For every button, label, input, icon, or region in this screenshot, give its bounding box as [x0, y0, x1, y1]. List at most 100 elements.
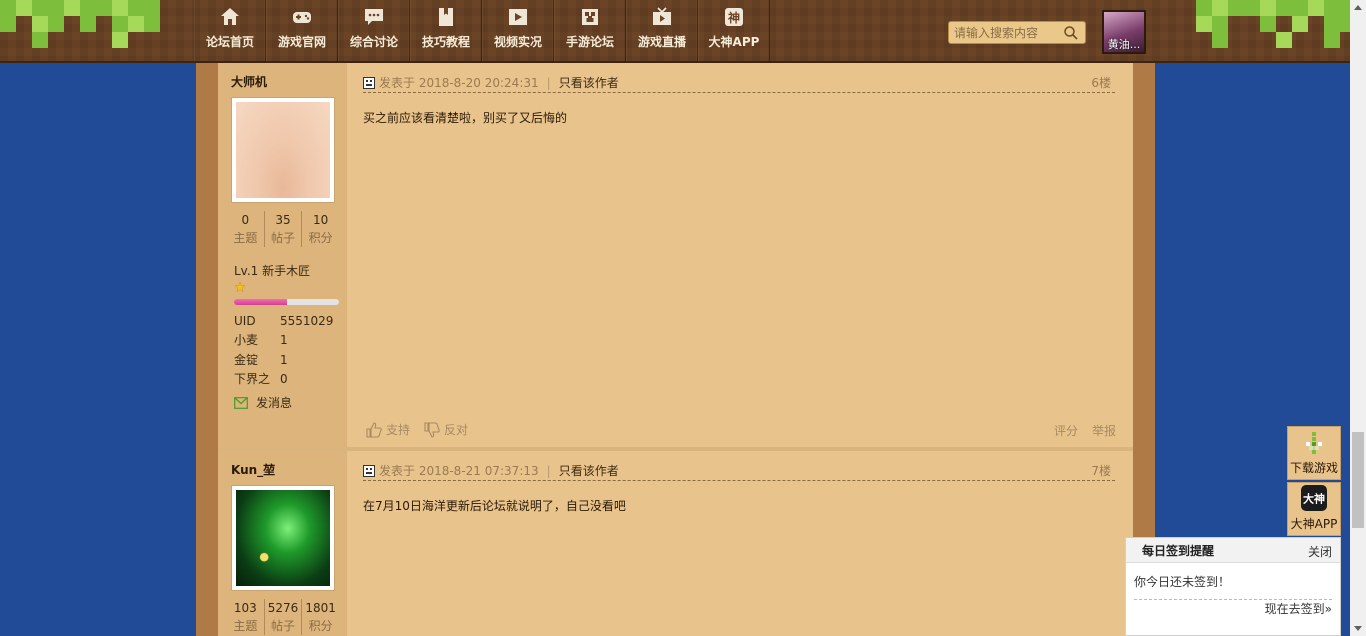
search-icon[interactable]	[1063, 25, 1079, 41]
stat-threads[interactable]: 0 主题	[227, 211, 265, 247]
grass-block	[1324, 0, 1340, 16]
grass-decoration-right	[1196, 0, 1356, 48]
popup-header: 每日签到提醒 关闭	[1126, 538, 1340, 563]
author-name[interactable]: 大师机	[231, 73, 267, 90]
grass-block	[32, 16, 48, 32]
author-avatar[interactable]	[231, 97, 335, 203]
gamepad-icon	[293, 12, 311, 23]
grass-block	[1292, 16, 1308, 32]
scroll-up-arrow-icon[interactable]	[1354, 5, 1362, 10]
stat-label: 主题	[233, 619, 258, 633]
download-game-label: 下载游戏	[1289, 461, 1338, 475]
nav-general-discussion[interactable]: 综合讨论	[338, 0, 410, 62]
only-author-link[interactable]: 只看该作者	[559, 74, 619, 91]
stat-value: 35	[275, 213, 291, 227]
info-row-wheat: 小麦 1	[234, 331, 334, 350]
info-key: UID	[234, 314, 256, 328]
signin-now-link[interactable]: 现在去签到»	[1265, 600, 1332, 617]
stat-label: 主题	[233, 231, 258, 245]
info-value: 1	[280, 333, 288, 348]
thumbs-down-icon	[424, 421, 440, 438]
stat-value: 10	[313, 213, 329, 227]
post-floor-6: 大师机 0 主题 35 帖子 10 积分 Lv.1 新手木匠 UID 5551029 小…	[218, 63, 1133, 447]
grass-block	[128, 0, 144, 16]
stat-points[interactable]: 10 积分	[302, 211, 339, 247]
stat-label: 积分	[308, 619, 333, 633]
post-header: 发表于 2018-8-20 20:24:31 | 只看该作者 6楼	[363, 73, 1115, 93]
search-input[interactable]	[949, 22, 1059, 43]
floor-number[interactable]: 7楼	[1091, 462, 1111, 479]
separator: |	[546, 463, 551, 478]
send-message-link[interactable]: 发消息	[234, 394, 292, 411]
separator: |	[546, 75, 551, 90]
author-avatar[interactable]	[231, 485, 335, 591]
dashen-app-button[interactable]: 大神 大神APP	[1287, 482, 1341, 536]
nav-videos[interactable]: 视频实况	[482, 0, 554, 62]
stat-points[interactable]: 1801 积分	[302, 599, 339, 635]
grass-block	[1196, 0, 1212, 16]
report-link[interactable]: 举报	[1092, 422, 1116, 439]
scroll-thumb[interactable]	[1352, 432, 1364, 528]
popup-close-button[interactable]: 关闭	[1308, 543, 1332, 560]
info-value: 0	[280, 371, 288, 386]
floor-number[interactable]: 6楼	[1091, 74, 1111, 91]
post-icon	[363, 76, 375, 89]
author-info: UID 5551029 小麦 1 金锭 1 下界之 0	[234, 312, 334, 389]
top-navigation-bar: 论坛首页 游戏官网 综合讨论 技巧教程 视频实况 手游论坛 游戏直播 神 大神A	[0, 0, 1356, 63]
grass-block	[64, 0, 80, 16]
dashen-app-label: 大神APP	[1290, 517, 1338, 531]
grass-decoration-left	[0, 0, 170, 48]
post-icon	[363, 464, 375, 477]
stat-posts[interactable]: 5276 帖子	[265, 599, 303, 635]
nav-official-site[interactable]: 游戏官网	[266, 0, 338, 62]
oppose-button[interactable]: 反对	[424, 421, 468, 438]
info-value: 1	[280, 352, 288, 367]
support-button[interactable]: 支持	[366, 421, 410, 438]
rate-link[interactable]: 评分	[1054, 422, 1078, 439]
nav-tutorials[interactable]: 技巧教程	[410, 0, 482, 62]
nav-label: 论坛首页	[205, 35, 254, 49]
user-avatar[interactable]: 黄油...	[1102, 10, 1146, 54]
grass-block	[1244, 0, 1260, 16]
stat-posts[interactable]: 35 帖子	[265, 211, 303, 247]
page-scrollbar[interactable]	[1350, 0, 1366, 636]
only-author-link[interactable]: 只看该作者	[559, 462, 619, 479]
nav-forum-home[interactable]: 论坛首页	[194, 0, 266, 62]
grass-block	[0, 0, 16, 16]
support-label: 支持	[386, 423, 411, 437]
grass-block	[0, 16, 16, 32]
stat-value: 103	[233, 601, 257, 615]
grass-block	[1260, 0, 1276, 16]
post-content: 发表于 2018-8-20 20:24:31 | 只看该作者 6楼 买之前应该看…	[347, 63, 1133, 447]
grass-block	[48, 16, 64, 32]
oppose-label: 反对	[444, 423, 469, 437]
popup-body: 你今日还未签到！	[1126, 563, 1340, 600]
nav-label: 手游论坛	[565, 35, 614, 49]
post-header: 发表于 2018-8-21 07:37:13 | 只看该作者 7楼	[363, 461, 1115, 481]
tv-icon	[653, 7, 671, 25]
grass-block	[1212, 0, 1228, 16]
post-list: 大师机 0 主题 35 帖子 10 积分 Lv.1 新手木匠 UID 5551029 小…	[218, 63, 1133, 636]
search-box	[948, 21, 1086, 44]
author-rank: Lv.1 新手木匠	[234, 264, 311, 278]
stat-value: 5276	[267, 601, 299, 615]
download-game-button[interactable]: 下载游戏	[1287, 426, 1341, 480]
nav-mobile-forum[interactable]: 手游论坛	[554, 0, 626, 62]
grass-block	[1292, 0, 1308, 16]
creeper-icon	[582, 9, 598, 25]
scroll-down-arrow-icon[interactable]	[1354, 626, 1362, 631]
popup-text: 你今日还未签到！	[1134, 575, 1231, 589]
author-name[interactable]: Kun_堃	[231, 461, 275, 478]
grass-block	[1212, 32, 1228, 48]
post-body: 买之前应该看清楚啦，别买了又后悔的	[363, 111, 568, 125]
nav-label: 游戏官网	[277, 35, 326, 49]
grass-block	[80, 0, 96, 16]
grass-block	[112, 32, 128, 48]
info-value: 5551029	[280, 314, 334, 328]
mail-icon	[234, 396, 248, 409]
stat-threads[interactable]: 103 主题	[227, 599, 265, 635]
nav-live-stream[interactable]: 游戏直播	[626, 0, 698, 62]
grass-block	[144, 0, 160, 16]
grass-block	[96, 0, 112, 16]
nav-dashen-app[interactable]: 神 大神APP	[698, 0, 770, 62]
